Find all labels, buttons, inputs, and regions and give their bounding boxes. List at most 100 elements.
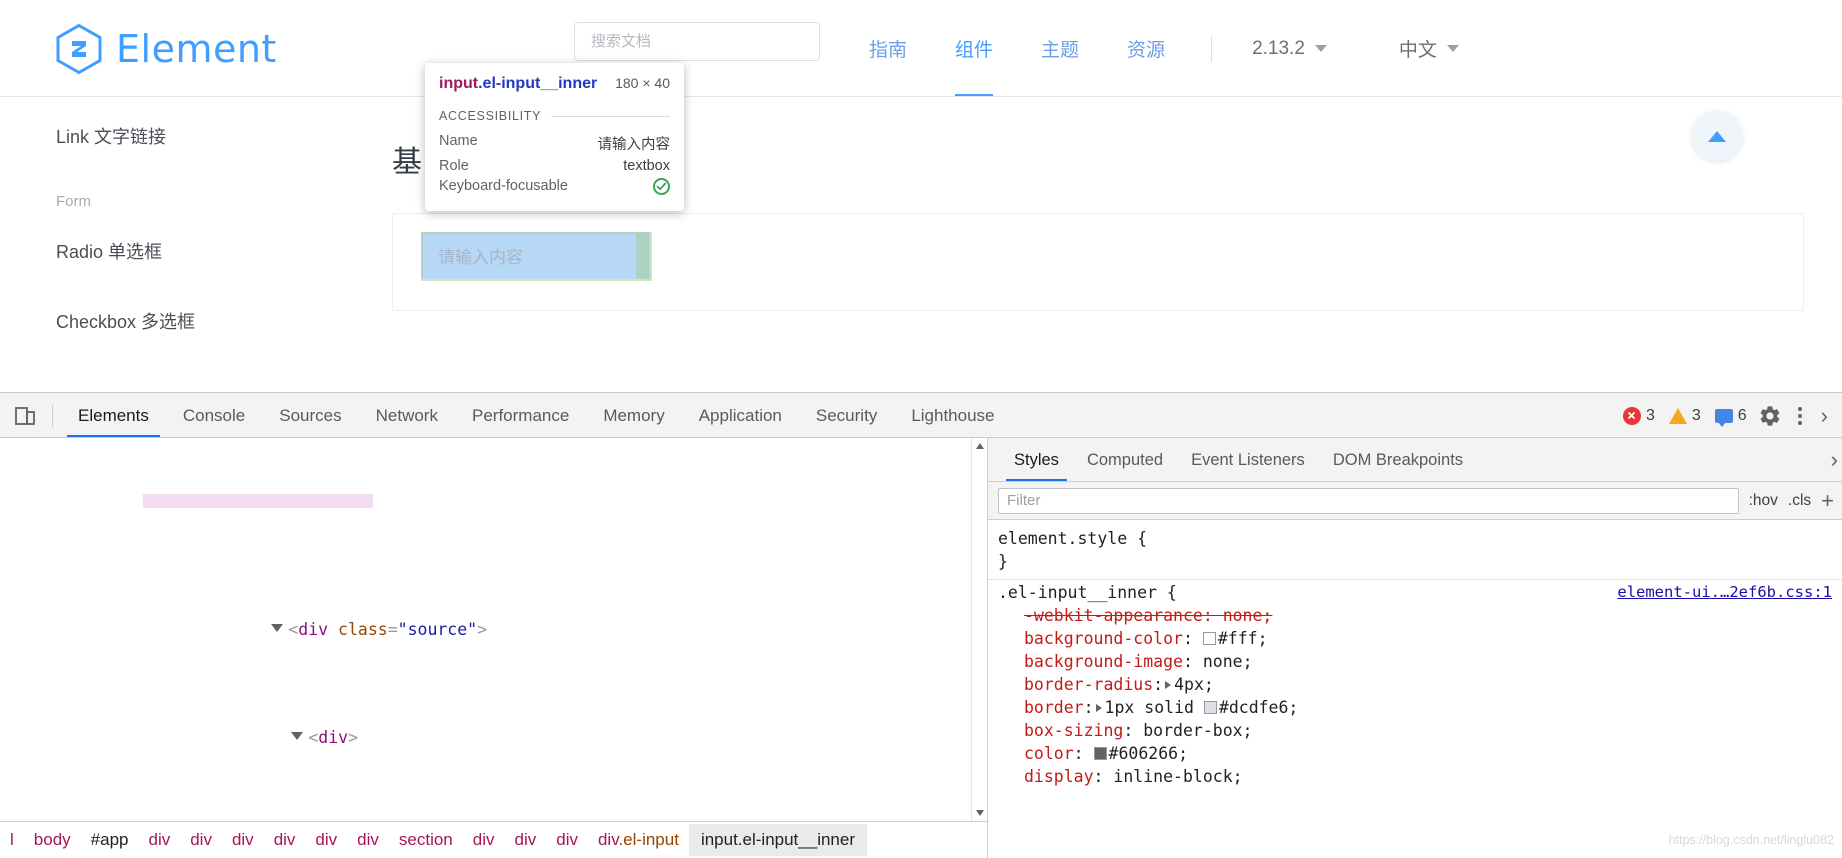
warning-badge[interactable]: 3 bbox=[1665, 407, 1705, 425]
styles-overflow-chevron-icon[interactable]: › bbox=[1827, 447, 1842, 473]
message-count: 6 bbox=[1737, 406, 1747, 424]
css-declaration-display[interactable]: display: inline-block; bbox=[998, 765, 1832, 788]
breadcrumb-item[interactable]: l bbox=[0, 830, 24, 850]
style-rule-element-style[interactable]: element.style { } bbox=[988, 526, 1842, 574]
rule-source-link[interactable]: element-ui.…2ef6b.css:1 bbox=[1617, 581, 1832, 604]
version-label: 2.13.2 bbox=[1252, 37, 1305, 59]
nav-item-resource[interactable]: 资源 bbox=[1103, 0, 1189, 97]
tooltip-key-keyboard-focusable: Keyboard-focusable bbox=[439, 178, 568, 194]
breadcrumb-item-el-input[interactable]: div.el-input bbox=[588, 830, 689, 850]
css-declaration-webkit-appearance[interactable]: -webkit-appearance: none; bbox=[998, 604, 1832, 627]
breadcrumb-item[interactable]: body bbox=[24, 830, 81, 850]
devtools-tab-performance[interactable]: Performance bbox=[455, 393, 586, 438]
class-editor-toggle[interactable]: .cls bbox=[1788, 492, 1811, 510]
breadcrumb-item[interactable]: div bbox=[347, 830, 389, 850]
color-swatch[interactable] bbox=[1093, 747, 1107, 760]
sidebar: Link 文字链接 Form Radio 单选框 Checkbox 多选框 bbox=[0, 97, 392, 378]
more-options-icon[interactable] bbox=[1789, 403, 1811, 429]
chevron-down-icon bbox=[1314, 45, 1327, 52]
breadcrumb-item[interactable]: div bbox=[180, 830, 222, 850]
breadcrumb-item-selected[interactable]: input.el-input__inner bbox=[688, 824, 867, 856]
styles-pane: Styles Computed Event Listeners DOM Brea… bbox=[988, 438, 1842, 858]
sidebar-group-form: Form bbox=[56, 193, 91, 210]
toolbar-divider bbox=[52, 404, 53, 427]
css-declaration-border-radius[interactable]: border-radius: 4px; bbox=[998, 673, 1832, 696]
search-box[interactable] bbox=[574, 22, 820, 61]
inspector-tooltip: input.el-input__inner 180 × 40 ACCESSIBI… bbox=[425, 63, 684, 211]
settings-gear-icon[interactable] bbox=[1757, 403, 1783, 429]
breadcrumb-item[interactable]: section bbox=[389, 830, 463, 850]
hover-state-toggle[interactable]: :hov bbox=[1749, 492, 1778, 510]
section-rule bbox=[551, 115, 670, 117]
nav-item-guide[interactable]: 指南 bbox=[845, 0, 931, 97]
breadcrumb-item[interactable]: div bbox=[505, 830, 547, 850]
message-badge[interactable]: 6 bbox=[1711, 406, 1751, 427]
devtools-tab-console[interactable]: Console bbox=[166, 393, 262, 438]
devtools-tabbar: Elements Console Sources Network Perform… bbox=[0, 393, 1842, 438]
dom-line[interactable]: <div class="source"> bbox=[0, 589, 987, 639]
styles-tab-event-listeners[interactable]: Event Listeners bbox=[1177, 438, 1319, 482]
nav-item-components[interactable]: 组件 bbox=[931, 0, 1017, 97]
css-declaration-border[interactable]: border: 1px solid #dcdfe6; bbox=[998, 696, 1832, 719]
styles-filter-input[interactable]: Filter bbox=[998, 487, 1739, 514]
color-swatch[interactable] bbox=[1202, 632, 1216, 645]
dom-tree-scrollbar[interactable] bbox=[971, 438, 987, 821]
tooltip-key-role: Role bbox=[439, 158, 469, 174]
sidebar-item-link[interactable]: Link 文字链接 bbox=[56, 123, 392, 149]
tooltip-row-role: Role textbox bbox=[439, 156, 670, 176]
styles-tab-styles[interactable]: Styles bbox=[1000, 438, 1073, 482]
css-declaration-box-sizing[interactable]: box-sizing: border-box; bbox=[998, 719, 1832, 742]
color-swatch[interactable] bbox=[1203, 701, 1217, 714]
breadcrumb-item[interactable]: div bbox=[222, 830, 264, 850]
breadcrumb-item[interactable]: div bbox=[305, 830, 347, 850]
demo-input-highlighted[interactable]: 请输入内容 bbox=[421, 232, 652, 281]
back-to-top-button[interactable] bbox=[1692, 111, 1742, 161]
expand-triangle-icon[interactable] bbox=[1165, 681, 1172, 689]
expand-triangle-icon[interactable] bbox=[271, 624, 284, 637]
dom-tree[interactable]: <div class="source"> <div> <div class="e… bbox=[0, 438, 987, 858]
error-badge[interactable]: 3 bbox=[1619, 406, 1659, 425]
tooltip-section-label: ACCESSIBILITY bbox=[439, 109, 542, 123]
expand-triangle-icon[interactable] bbox=[1095, 704, 1102, 712]
rule-close-brace: } bbox=[998, 552, 1008, 571]
version-selector[interactable]: 2.13.2 bbox=[1234, 0, 1345, 97]
devtools-tab-memory[interactable]: Memory bbox=[586, 393, 681, 438]
tooltip-header: input.el-input__inner 180 × 40 bbox=[439, 75, 670, 93]
devtools-tab-elements[interactable]: Elements bbox=[61, 393, 166, 438]
devtools-toolbar-right: 3 3 6 › bbox=[1619, 403, 1842, 429]
css-declaration-background-image[interactable]: background-image: none; bbox=[998, 650, 1832, 673]
dom-line[interactable]: <div> bbox=[0, 697, 987, 747]
chevron-right-icon[interactable]: › bbox=[1817, 403, 1832, 429]
new-style-rule-button[interactable]: + bbox=[1821, 489, 1834, 512]
devtools-tab-security[interactable]: Security bbox=[799, 393, 894, 438]
nav-item-theme[interactable]: 主题 bbox=[1017, 0, 1103, 97]
search-input[interactable] bbox=[589, 32, 805, 51]
styles-tab-dom-breakpoints[interactable]: DOM Breakpoints bbox=[1319, 438, 1477, 482]
logo[interactable]: Element bbox=[56, 23, 277, 74]
devtools-tab-lighthouse[interactable]: Lighthouse bbox=[894, 393, 1011, 438]
language-selector[interactable]: 中文 bbox=[1381, 0, 1477, 97]
breadcrumb-item[interactable]: div bbox=[463, 830, 505, 850]
scrollbar-up-arrow-icon[interactable] bbox=[972, 438, 987, 454]
devtools-tab-sources[interactable]: Sources bbox=[262, 393, 358, 438]
breadcrumb-item[interactable]: div bbox=[546, 830, 588, 850]
css-declaration-background-color[interactable]: background-color: #fff; bbox=[998, 627, 1832, 650]
styles-tab-computed[interactable]: Computed bbox=[1073, 438, 1177, 482]
style-rule-el-input-inner[interactable]: element-ui.…2ef6b.css:1 .el-input__inner… bbox=[988, 580, 1842, 789]
css-declaration-color[interactable]: color: #606266; bbox=[998, 742, 1832, 765]
scrollbar-down-arrow-icon[interactable] bbox=[972, 805, 987, 821]
message-icon bbox=[1714, 408, 1733, 427]
demo-card: 请输入内容 bbox=[392, 213, 1804, 311]
tooltip-tag-name: input bbox=[439, 75, 479, 92]
breadcrumb-item[interactable]: div bbox=[264, 830, 306, 850]
tooltip-value-name: 请输入内容 bbox=[597, 137, 671, 153]
sidebar-item-radio[interactable]: Radio 单选框 bbox=[56, 238, 392, 264]
devtools-tab-network[interactable]: Network bbox=[359, 393, 455, 438]
element-logo-icon bbox=[56, 23, 102, 74]
expand-triangle-icon[interactable] bbox=[291, 732, 304, 745]
sidebar-item-checkbox[interactable]: Checkbox 多选框 bbox=[56, 308, 392, 334]
devtools-tab-application[interactable]: Application bbox=[682, 393, 799, 438]
breadcrumb-item[interactable]: #app bbox=[81, 830, 139, 850]
breadcrumb-item[interactable]: div bbox=[138, 830, 180, 850]
inspect-device-toolbar-icon[interactable] bbox=[0, 404, 50, 428]
